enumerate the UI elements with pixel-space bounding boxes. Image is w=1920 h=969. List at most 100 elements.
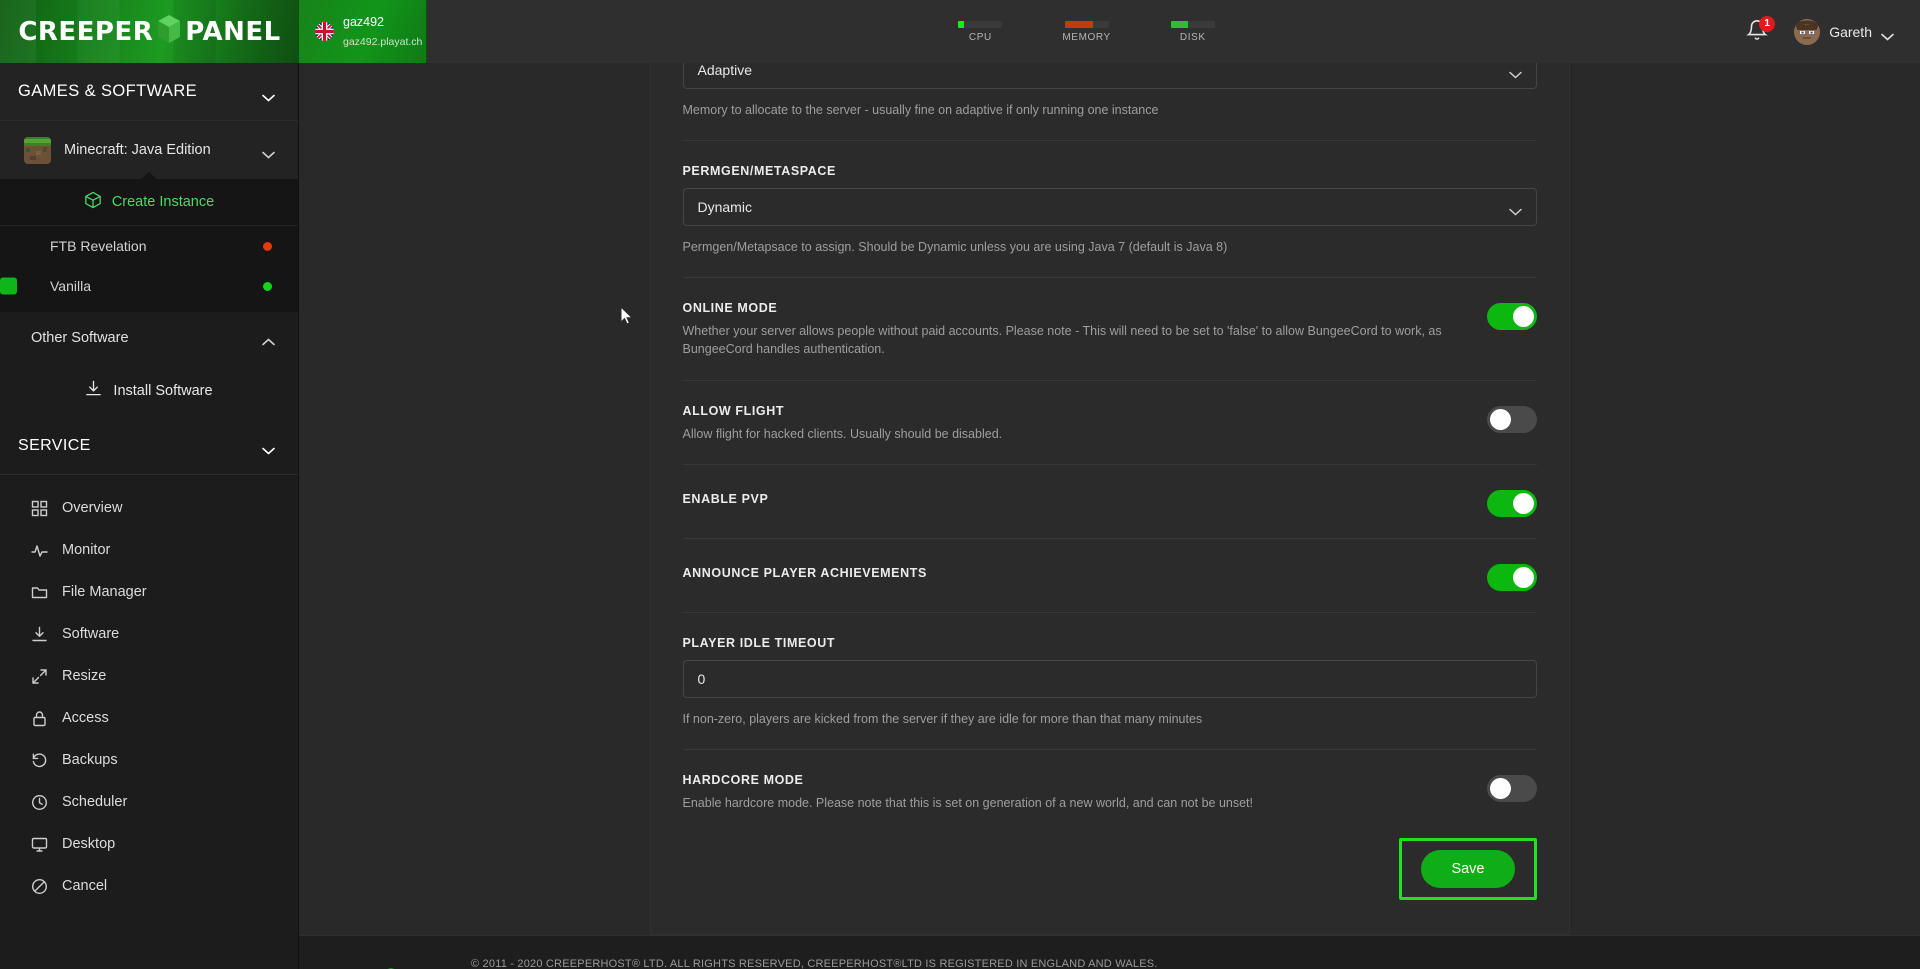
hardcore-mode-label: HARDCORE MODE — [682, 772, 804, 787]
notification-badge: 1 — [1759, 15, 1776, 32]
online-mode-field: ONLINE MODE Whether your server allows p… — [683, 301, 1537, 358]
active-instance-marker — [0, 277, 17, 295]
folder-icon — [31, 584, 48, 601]
sidebar-item-software[interactable]: Software — [0, 613, 298, 655]
top-bar-right: 1 Gareth — [1746, 0, 1920, 63]
player-idle-timeout-label: PLAYER IDLE TIMEOUT — [682, 635, 836, 650]
sidebar-item-label: Backups — [62, 752, 118, 768]
allow-flight-toggle[interactable] — [1486, 405, 1537, 433]
creeper-cube-icon — [156, 14, 182, 49]
sidebar-item-file-manager[interactable]: File Manager — [0, 571, 298, 613]
toggle-knob — [1489, 777, 1511, 799]
enable-pvp-toggle[interactable] — [1486, 489, 1537, 517]
chevron-down-icon — [1881, 28, 1894, 41]
main-content: Adaptive Memory to allocate to the serve… — [299, 63, 1920, 969]
sidebar-item-label: Cancel — [62, 878, 108, 894]
memory-select[interactable]: Adaptive — [682, 63, 1537, 89]
user-menu[interactable]: Gareth — [1794, 18, 1894, 45]
sidebar-games-header[interactable]: GAMES & SOFTWARE — [0, 63, 298, 121]
server-tab-gaz492[interactable]: gaz492 gaz492.playat.ch — [299, 0, 427, 63]
download-icon — [85, 380, 102, 401]
server-tab-name: gaz492 — [343, 15, 385, 30]
brand-logo[interactable]: CREEPER PANEL — [0, 0, 299, 63]
monitor-icon — [31, 836, 48, 853]
allow-flight-field: ALLOW FLIGHT Allow flight for hacked cli… — [683, 404, 1537, 443]
stat-memory[interactable]: MEMORY — [1062, 20, 1111, 43]
sidebar-item-overview[interactable]: Overview — [0, 487, 298, 529]
sidebar-item-label: Resize — [62, 668, 107, 684]
chevron-down-icon — [262, 442, 275, 455]
grass-block-icon — [24, 136, 51, 164]
sidebar-item-scheduler[interactable]: Scheduler — [0, 781, 298, 823]
instance-label: Vanilla — [50, 278, 91, 294]
sidebar-other-software[interactable]: Other Software — [0, 312, 298, 364]
footer-copyright: © 2011 - 2020 CREEPERHOST® LTD. ALL RIGH… — [471, 958, 1158, 969]
memory-help: Memory to allocate to the server - usual… — [682, 103, 1159, 117]
restore-icon — [31, 752, 48, 769]
toggle-knob — [1512, 492, 1534, 514]
sidebar-item-label: Scheduler — [62, 794, 128, 810]
sidebar-item-access[interactable]: Access — [0, 697, 298, 739]
permgen-field: PERMGEN/METASPACE Dynamic Permgen/Metaps… — [682, 164, 1537, 256]
notifications-button[interactable]: 1 — [1746, 15, 1776, 45]
sidebar-other-software-label: Other Software — [31, 330, 129, 346]
sidebar-service-header[interactable]: SERVICE — [0, 417, 298, 475]
stat-cpu[interactable]: CPU — [958, 20, 1003, 43]
announce-achievements-field: ANNOUNCE PLAYER ACHIEVEMENTS — [683, 562, 1537, 591]
sidebar-game-label: Minecraft: Java Edition — [64, 142, 211, 158]
sidebar-item-monitor[interactable]: Monitor — [0, 529, 298, 571]
create-instance-button[interactable]: Create Instance — [0, 179, 298, 226]
divider — [682, 140, 1537, 142]
save-button[interactable]: Save — [1421, 849, 1515, 888]
user-name: Gareth — [1829, 23, 1872, 40]
announce-achievements-toggle[interactable] — [1486, 563, 1537, 591]
sidebar-instance-ftb-revelation[interactable]: FTB Revelation — [0, 226, 298, 266]
hardcore-mode-toggle[interactable] — [1486, 774, 1537, 802]
online-mode-toggle[interactable] — [1486, 303, 1537, 331]
online-mode-help: Whether your server allows people withou… — [682, 324, 1442, 357]
avatar — [1794, 18, 1821, 45]
permgen-select[interactable]: Dynamic — [682, 188, 1537, 227]
sidebar-item-label: Overview — [62, 500, 123, 516]
sidebar-install-software[interactable]: Install Software — [0, 364, 298, 417]
permgen-select-value: Dynamic — [697, 199, 752, 216]
cpu-label: CPU — [968, 31, 992, 43]
sidebar-item-desktop[interactable]: Desktop — [0, 823, 298, 865]
body: GAMES & SOFTWARE Minecraft: Java Edition… — [0, 63, 1920, 969]
online-mode-label: ONLINE MODE — [682, 301, 778, 316]
sidebar-service-menu: Overview Monitor File Manager Software R… — [0, 475, 298, 907]
sidebar-item-label: Software — [62, 626, 120, 642]
chevron-up-icon — [262, 334, 275, 346]
enable-pvp-field: ENABLE PVP — [683, 488, 1537, 517]
player-idle-timeout-input[interactable] — [682, 659, 1537, 698]
allow-flight-label: ALLOW FLIGHT — [682, 403, 785, 418]
footer-legal: © 2011 - 2020 CREEPERHOST® LTD. ALL RIGH… — [471, 956, 1421, 969]
sidebar-install-software-label: Install Software — [113, 382, 213, 399]
sidebar-game-minecraft[interactable]: Minecraft: Java Edition — [0, 121, 298, 179]
divider — [682, 463, 1537, 465]
server-tab-meta: gaz492 gaz492.playat.ch — [343, 13, 422, 50]
sidebar-item-cancel[interactable]: Cancel — [0, 865, 298, 907]
memory-field: Adaptive Memory to allocate to the serve… — [682, 63, 1537, 119]
brand-logo-text: CREEPER PANEL — [18, 14, 281, 49]
stat-disk[interactable]: DISK — [1170, 20, 1215, 43]
sidebar-item-label: Monitor — [62, 542, 111, 558]
sidebar-instance-vanilla[interactable]: Vanilla — [0, 266, 298, 306]
app-root: CREEPER PANEL gaz492 gaz492.playat.ch CP… — [0, 0, 1920, 969]
memory-select-value: Adaptive — [697, 63, 752, 78]
brand-logo-word2: PANEL — [185, 16, 281, 47]
sidebar-item-label: Access — [62, 710, 109, 726]
hardcore-mode-field: HARDCORE MODE Enable hardcore mode. Plea… — [683, 773, 1537, 812]
server-settings-card: Adaptive Memory to allocate to the serve… — [649, 63, 1570, 935]
sidebar-item-resize[interactable]: Resize — [0, 655, 298, 697]
chevron-down-icon — [262, 146, 275, 159]
save-row: Save — [683, 837, 1537, 900]
server-tab-host: gaz492.playat.ch — [343, 35, 423, 48]
memory-label: MEMORY — [1062, 31, 1111, 43]
divider — [682, 277, 1537, 279]
status-dot-offline — [263, 241, 272, 251]
lock-icon — [31, 710, 48, 727]
divider — [682, 611, 1537, 613]
sidebar-item-backups[interactable]: Backups — [0, 739, 298, 781]
sidebar-item-label: File Manager — [62, 584, 147, 600]
